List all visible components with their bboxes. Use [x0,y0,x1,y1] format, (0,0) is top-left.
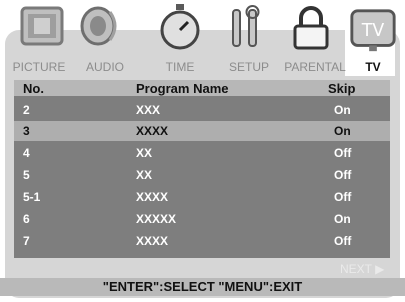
table-row[interactable]: 5-1 XXXX Off [14,187,390,207]
row-name: XX [136,168,153,182]
speaker-icon[interactable] [76,2,128,54]
tools-icon[interactable] [219,2,271,54]
row-no: 3 [23,124,30,138]
clock-icon[interactable] [154,2,206,54]
table-row[interactable]: 4 XX Off [14,143,390,163]
row-skip: On [334,124,351,138]
header-skip: Skip [328,81,356,96]
row-name: XXXX [136,190,169,204]
tv-icon-text: TV [361,21,385,41]
row-name: XXXX [136,234,169,248]
row-skip: Off [334,234,352,248]
row-skip: On [334,103,351,117]
tab-tv[interactable]: TV [350,60,396,74]
row-no: 2 [23,103,30,117]
tab-audio[interactable]: AUDIO [80,60,130,74]
row-skip: On [334,212,351,226]
header-no: No. [23,81,44,96]
tab-time[interactable]: TIME [154,60,206,74]
next-page-button[interactable]: NEXT ▶ [340,262,384,276]
lock-icon[interactable] [285,2,337,54]
table-row-selected[interactable]: 3 XXXX On [14,121,390,141]
table-row[interactable]: 7 XXXX Off [14,231,390,251]
row-name: XXXXX [136,212,177,226]
row-no: 5 [23,168,30,182]
row-skip: Off [334,168,352,182]
row-skip: Off [334,146,352,160]
table-row[interactable]: 2 XXX On [14,100,390,120]
row-skip: Off [334,190,352,204]
picture-icon[interactable] [16,2,68,54]
row-no: 5-1 [23,190,41,204]
table-row[interactable]: 6 XXXXX On [14,209,390,229]
row-no: 6 [23,212,30,226]
row-no: 4 [23,146,30,160]
tab-parental[interactable]: PARENTAL [280,60,350,74]
row-no: 7 [23,234,30,248]
row-name: XXXX [136,124,169,138]
tv-icon[interactable]: TV [348,4,398,56]
tab-setup[interactable]: SETUP [220,60,278,74]
tab-picture[interactable]: PICTURE [4,60,74,74]
row-name: XX [136,146,153,160]
table-row[interactable]: 5 XX Off [14,165,390,185]
row-name: XXX [136,103,161,117]
header-program-name: Program Name [136,81,229,96]
footer-hint: "ENTER":SELECT "MENU":EXIT [102,279,303,294]
footer-bar: "ENTER":SELECT "MENU":EXIT [0,278,405,296]
table-header: No. Program Name Skip [14,80,390,96]
program-table: No. Program Name Skip 2 XXX On 3 XXXX On… [14,80,390,258]
